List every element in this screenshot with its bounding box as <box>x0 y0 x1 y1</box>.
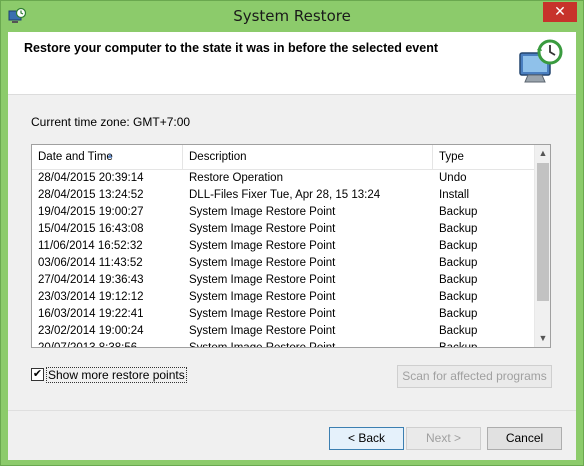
system-restore-clock-icon <box>519 39 563 83</box>
cell-type: Backup <box>439 223 478 235</box>
table-row[interactable]: 15/04/2015 16:43:08 System Image Restore… <box>32 221 535 238</box>
title-bar[interactable]: System Restore ✕ <box>1 1 583 32</box>
cell-date: 23/02/2014 19:00:24 <box>38 325 144 337</box>
dialog-body: Restore your computer to the state it wa… <box>8 32 576 460</box>
scrollbar-thumb[interactable] <box>537 163 549 301</box>
table-row[interactable]: 16/03/2014 19:22:41 System Image Restore… <box>32 306 535 323</box>
cell-type: Backup <box>439 308 478 320</box>
cell-date: 16/03/2014 19:22:41 <box>38 308 144 320</box>
header-instruction: Restore your computer to the state it wa… <box>24 41 438 55</box>
cell-type: Backup <box>439 240 478 252</box>
cell-description: System Image Restore Point <box>189 240 336 252</box>
cell-date: 20/07/2013 8:38:56 <box>38 342 138 348</box>
header-panel: Restore your computer to the state it wa… <box>8 32 576 95</box>
table-row[interactable]: 23/02/2014 19:00:24 System Image Restore… <box>32 323 535 340</box>
window-title: System Restore <box>233 7 351 25</box>
cell-date: 23/03/2014 19:12:12 <box>38 291 144 303</box>
table-row[interactable]: 19/04/2015 19:00:27 System Image Restore… <box>32 204 535 221</box>
scroll-down-icon[interactable]: ▼ <box>535 330 550 347</box>
cell-description: System Image Restore Point <box>189 325 336 337</box>
vertical-scrollbar[interactable]: ▲ ▼ <box>534 145 550 347</box>
sort-ascending-icon: ▲ <box>106 151 114 160</box>
footer-divider <box>8 410 576 411</box>
column-description[interactable]: Description <box>183 145 433 170</box>
cell-type: Backup <box>439 342 478 348</box>
cell-description: System Image Restore Point <box>189 206 336 218</box>
table-row[interactable]: 11/06/2014 16:52:32 System Image Restore… <box>32 238 535 255</box>
table-row[interactable]: 20/07/2013 8:38:56 System Image Restore … <box>32 340 535 348</box>
table-row[interactable]: 28/04/2015 20:39:14 Restore Operation Un… <box>32 170 535 187</box>
cell-type: Backup <box>439 325 478 337</box>
cell-date: 11/06/2014 16:52:32 <box>38 240 143 252</box>
cancel-button[interactable]: Cancel <box>487 427 562 450</box>
list-rows: 28/04/2015 20:39:14 Restore Operation Un… <box>32 170 535 348</box>
cell-description: System Image Restore Point <box>189 291 336 303</box>
cell-date: 27/04/2014 19:36:43 <box>38 274 144 286</box>
cell-description: System Image Restore Point <box>189 342 336 348</box>
column-date-time-label: Date and Time <box>38 151 113 163</box>
cell-description: System Image Restore Point <box>189 308 336 320</box>
list-header: Date and Time ▲ Description Type <box>32 145 535 170</box>
cell-date: 19/04/2015 19:00:27 <box>38 206 144 218</box>
close-button[interactable]: ✕ <box>543 2 577 22</box>
system-restore-window: System Restore ✕ Restore your computer t… <box>0 0 584 466</box>
restore-points-list[interactable]: Date and Time ▲ Description Type 28/04/2… <box>31 144 551 348</box>
table-row[interactable]: 27/04/2014 19:36:43 System Image Restore… <box>32 272 535 289</box>
table-row[interactable]: 23/03/2014 19:12:12 System Image Restore… <box>32 289 535 306</box>
timezone-label: Current time zone: GMT+7:00 <box>31 115 191 129</box>
show-more-label[interactable]: Show more restore points <box>46 367 187 383</box>
cell-date: 15/04/2015 16:43:08 <box>38 223 144 235</box>
back-button[interactable]: < Back <box>329 427 404 450</box>
cell-type: Backup <box>439 291 478 303</box>
cell-description: System Image Restore Point <box>189 223 336 235</box>
cell-type: Undo <box>439 172 467 184</box>
cell-type: Install <box>439 189 470 201</box>
cell-description: System Image Restore Point <box>189 257 336 269</box>
scan-affected-programs-button[interactable]: Scan for affected programs <box>397 365 552 388</box>
cell-description: System Image Restore Point <box>189 274 336 286</box>
cell-date: 28/04/2015 20:39:14 <box>38 172 144 184</box>
scroll-up-icon[interactable]: ▲ <box>535 145 550 162</box>
cell-date: 03/06/2014 11:43:52 <box>38 257 143 269</box>
table-row[interactable]: 03/06/2014 11:43:52 System Image Restore… <box>32 255 535 272</box>
cell-description: DLL-Files Fixer Tue, Apr 28, 15 13:24 <box>189 189 381 201</box>
column-type[interactable]: Type <box>433 145 535 170</box>
show-more-checkbox[interactable]: ✔ <box>31 368 44 381</box>
cell-date: 28/04/2015 13:24:52 <box>38 189 144 201</box>
next-button[interactable]: Next > <box>406 427 481 450</box>
cell-type: Backup <box>439 206 478 218</box>
cell-type: Backup <box>439 257 478 269</box>
cell-type: Backup <box>439 274 478 286</box>
column-date-time[interactable]: Date and Time ▲ <box>32 145 183 170</box>
table-row[interactable]: 28/04/2015 13:24:52 DLL-Files Fixer Tue,… <box>32 187 535 204</box>
cell-description: Restore Operation <box>189 172 283 184</box>
